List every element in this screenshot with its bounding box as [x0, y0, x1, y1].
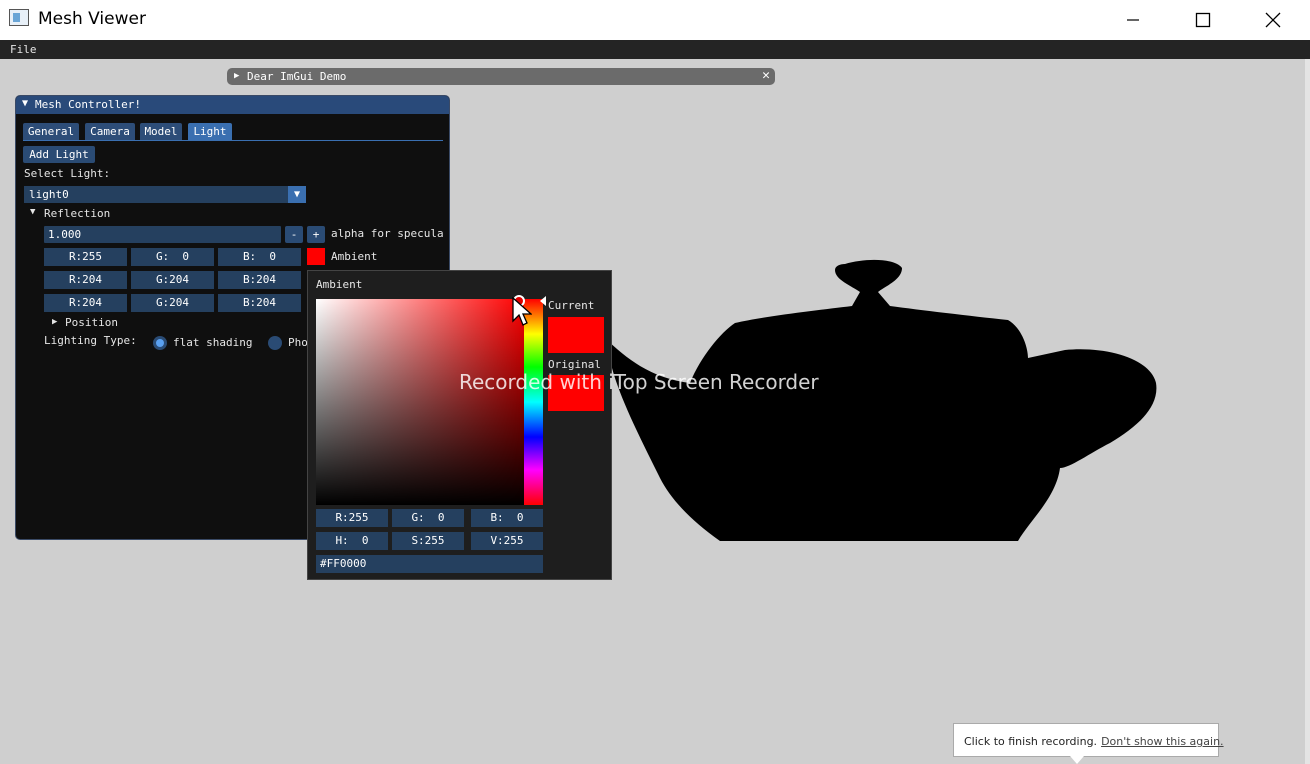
collapsed-arrow-icon[interactable]: ▶ — [52, 317, 57, 327]
maximize-icon — [1195, 12, 1211, 28]
window-edge — [1305, 59, 1310, 764]
specular-g-input[interactable]: G:204 — [131, 294, 214, 312]
flat-shading-label: flat shading — [173, 336, 253, 349]
teapot-mesh — [600, 259, 1157, 541]
specular-b-input[interactable]: B:204 — [218, 294, 301, 312]
close-icon[interactable]: ✕ — [762, 68, 770, 83]
mesh-controller-titlebar[interactable]: ▼ Mesh Controller! — [16, 96, 449, 114]
diffuse-r-input[interactable]: R:204 — [44, 271, 127, 289]
current-color-swatch — [548, 317, 604, 353]
color-picker-popup: Ambient Current Original R:255 G: 0 B: 0… — [307, 270, 612, 580]
hue-bar[interactable] — [524, 299, 543, 505]
tab-general[interactable]: General — [23, 123, 79, 140]
expand-arrow-icon[interactable]: ▼ — [30, 207, 35, 217]
menu-bar: File — [0, 40, 1310, 59]
lighting-type-label: Lighting Type: — [44, 334, 137, 347]
close-button[interactable] — [1238, 0, 1308, 40]
alpha-input[interactable]: 1.000 — [44, 226, 281, 243]
picker-s-input[interactable]: S:255 — [392, 532, 464, 550]
tab-camera[interactable]: Camera — [85, 123, 135, 140]
add-light-button[interactable]: Add Light — [23, 146, 95, 163]
mesh-controller-title: Mesh Controller! — [35, 98, 141, 111]
hex-input[interactable]: #FF0000 — [316, 555, 543, 573]
picker-b-input[interactable]: B: 0 — [471, 509, 543, 527]
alpha-decrement-button[interactable]: - — [285, 226, 303, 243]
ambient-label: Ambient — [331, 250, 378, 263]
light-select-value: light0 — [29, 188, 69, 201]
imgui-demo-window[interactable]: ▶ Dear ImGui Demo ✕ — [227, 68, 775, 85]
alpha-increment-button[interactable]: + — [307, 226, 325, 243]
picker-v-input[interactable]: V:255 — [471, 532, 543, 550]
dont-show-again-link[interactable]: Don't show this again. — [1101, 735, 1224, 748]
toast-pointer — [1070, 756, 1084, 764]
tab-model[interactable]: Model — [140, 123, 182, 140]
light-select[interactable]: light0 ▼ — [24, 186, 306, 203]
color-picker-title: Ambient — [316, 278, 363, 291]
diffuse-b-input[interactable]: B:204 — [218, 271, 301, 289]
ambient-g-input[interactable]: G: 0 — [131, 248, 214, 266]
position-header[interactable]: Position — [65, 316, 118, 329]
saturation-value-square[interactable] — [316, 299, 524, 505]
picker-h-input[interactable]: H: 0 — [316, 532, 388, 550]
alpha-label: alpha for specula — [331, 227, 444, 240]
diffuse-g-input[interactable]: G:204 — [131, 271, 214, 289]
minimize-button[interactable] — [1098, 0, 1168, 40]
flat-shading-radio[interactable] — [153, 336, 167, 350]
ambient-r-input[interactable]: R:255 — [44, 248, 127, 266]
hue-marker-handle[interactable] — [540, 296, 546, 306]
ambient-color-swatch[interactable] — [307, 248, 325, 265]
ambient-b-input[interactable]: B: 0 — [218, 248, 301, 266]
minimize-icon — [1127, 19, 1139, 21]
specular-r-input[interactable]: R:204 — [44, 294, 127, 312]
phong-shading-label: Pho — [288, 336, 308, 349]
title-bar: Mesh Viewer — [0, 0, 1310, 40]
tab-underline — [23, 140, 443, 141]
collapse-arrow-icon[interactable]: ▼ — [22, 98, 28, 109]
app-icon — [9, 9, 29, 26]
picker-r-input[interactable]: R:255 — [316, 509, 388, 527]
current-label: Current — [548, 299, 595, 312]
maximize-button[interactable] — [1168, 0, 1238, 40]
collapse-arrow-icon[interactable]: ▶ — [234, 71, 239, 81]
select-light-label: Select Light: — [24, 167, 111, 180]
demo-window-title: Dear ImGui Demo — [247, 70, 347, 83]
recorder-watermark: Recorded with iTop Screen Recorder — [459, 370, 819, 394]
picker-g-input[interactable]: G: 0 — [392, 509, 464, 527]
toast-message: Click to finish recording. — [964, 735, 1098, 748]
mouse-cursor-icon — [512, 297, 532, 326]
menu-file[interactable]: File — [10, 43, 37, 56]
phong-shading-radio[interactable] — [268, 336, 282, 350]
close-icon — [1265, 12, 1281, 28]
window-title: Mesh Viewer — [38, 9, 146, 29]
reflection-header[interactable]: Reflection — [44, 207, 110, 220]
recording-toast[interactable]: Click to finish recording. Don't show thi… — [953, 723, 1224, 757]
tab-light[interactable]: Light — [188, 123, 232, 140]
chevron-down-icon[interactable]: ▼ — [288, 186, 306, 203]
